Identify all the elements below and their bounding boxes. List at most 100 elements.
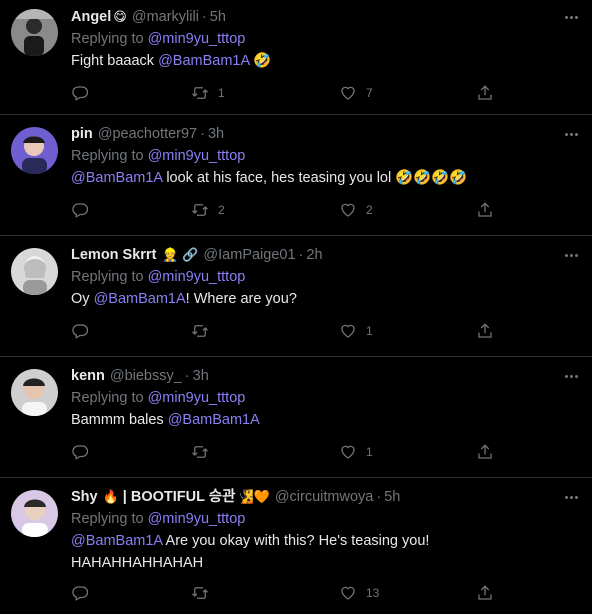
more-options-icon[interactable]: [565, 244, 578, 266]
replying-to-link[interactable]: @min9yu_tttop: [148, 390, 246, 406]
display-name[interactable]: pin: [71, 123, 93, 145]
display-name[interactable]: Shy: [71, 486, 98, 508]
timestamp[interactable]: 5h: [384, 486, 400, 508]
more-options-icon[interactable]: [565, 123, 578, 145]
tweet-text: Fight baaack @BamBam1A 🤣: [71, 50, 578, 72]
mention-link[interactable]: @BamBam1A: [94, 291, 186, 307]
reply-tweet[interactable]: Lemon Skrrt 👷 🔗 @IamPaige01 · 2h Replyin…: [0, 236, 592, 357]
more-options-icon[interactable]: [565, 365, 578, 387]
replying-to: Replying to @min9yu_tttop: [71, 387, 578, 409]
share-button[interactable]: [476, 82, 494, 104]
timestamp[interactable]: 2h: [306, 244, 322, 266]
avatar[interactable]: [11, 127, 58, 174]
like-count: 1: [366, 324, 373, 338]
name-suffix-emoji: 🧏🧡: [237, 489, 270, 504]
replying-to-link[interactable]: @min9yu_tttop: [148, 269, 246, 285]
replying-to: Replying to @min9yu_tttop: [71, 266, 578, 288]
avatar[interactable]: [11, 9, 58, 56]
replying-to-link[interactable]: @min9yu_tttop: [148, 511, 246, 527]
retweet-button[interactable]: [191, 441, 218, 463]
reply-button[interactable]: [71, 82, 98, 104]
replying-label: Replying to: [71, 390, 144, 406]
reply-button[interactable]: [71, 582, 98, 604]
retweet-button[interactable]: 1: [191, 82, 225, 104]
reply-tweet[interactable]: Angel 😋 @markylili · 5h Replying to @min…: [0, 0, 592, 115]
heart-icon: [341, 324, 355, 338]
text-part: Fight baaack: [71, 53, 159, 69]
text-part: look at his face, hes teasing you lol 🤣🤣…: [162, 170, 468, 186]
share-button[interactable]: [476, 199, 494, 221]
like-button[interactable]: 1: [339, 441, 373, 463]
replying-to-link[interactable]: @min9yu_tttop: [148, 31, 246, 47]
like-button[interactable]: 13: [339, 582, 379, 604]
mention-link[interactable]: @BamBam1A: [71, 170, 162, 186]
mention-link[interactable]: @BamBam1A: [71, 533, 162, 549]
reply-tweet[interactable]: pin @peachotter97 · 3h Replying to @min9…: [0, 115, 592, 236]
avatar[interactable]: [11, 369, 58, 416]
like-count: 7: [366, 86, 373, 100]
dot-separator: ·: [184, 368, 190, 384]
timestamp[interactable]: 5h: [210, 6, 226, 28]
like-button[interactable]: 7: [339, 82, 373, 104]
replying-label: Replying to: [71, 511, 144, 527]
heart-icon: [341, 445, 355, 459]
tweet-header: pin @peachotter97 · 3h: [71, 123, 578, 145]
username[interactable]: @biebssy_: [110, 365, 182, 387]
text-part: 🤣: [249, 53, 272, 69]
tweet-actions: 1: [71, 320, 501, 342]
retweet-count: 2: [218, 203, 225, 217]
mention-link[interactable]: @BamBam1A: [158, 53, 249, 69]
share-button[interactable]: [476, 320, 494, 342]
share-icon: [478, 444, 492, 459]
reply-tweet[interactable]: Shy 🔥 | BOOTIFUL 승관 🧏🧡 @circuitmwoya · 5…: [0, 478, 592, 614]
like-count: 1: [366, 445, 373, 459]
timestamp[interactable]: 3h: [208, 123, 224, 145]
timestamp[interactable]: 3h: [193, 365, 209, 387]
replying-label: Replying to: [71, 31, 144, 47]
reply-button[interactable]: [71, 320, 98, 342]
retweet-button[interactable]: 2: [191, 199, 225, 221]
reply-button[interactable]: [71, 441, 98, 463]
display-name[interactable]: Angel: [71, 6, 111, 28]
share-button[interactable]: [476, 441, 494, 463]
name-emoji: 👷 🔗: [162, 247, 199, 262]
username[interactable]: @peachotter97: [98, 123, 197, 145]
username[interactable]: @markylili: [132, 6, 199, 28]
mention-link[interactable]: @BamBam1A: [168, 412, 260, 428]
username[interactable]: @IamPaige01: [203, 244, 295, 266]
like-count: 13: [366, 586, 380, 600]
tweet-header: Lemon Skrrt 👷 🔗 @IamPaige01 · 2h: [71, 244, 578, 266]
reply-tweet[interactable]: kenn @biebssy_ · 3h Replying to @min9yu_…: [0, 357, 592, 478]
retweet-button[interactable]: [191, 582, 218, 604]
avatar[interactable]: [11, 248, 58, 295]
reply-button[interactable]: [71, 199, 98, 221]
tweet-header: kenn @biebssy_ · 3h: [71, 365, 578, 387]
heart-icon: [341, 203, 355, 217]
reply-icon: [72, 324, 89, 339]
share-button[interactable]: [476, 582, 494, 604]
text-part: Oy: [71, 291, 94, 307]
avatar[interactable]: [11, 490, 58, 537]
share-icon: [478, 85, 492, 100]
retweet-icon: [192, 446, 208, 458]
username[interactable]: @circuitmwoya: [275, 486, 374, 508]
retweet-count: 1: [218, 86, 225, 100]
dot-separator: ·: [376, 489, 382, 505]
display-name[interactable]: Lemon Skrrt: [71, 244, 156, 266]
display-name-suffix[interactable]: | BOOTIFUL 승관: [119, 486, 236, 508]
replying-to: Replying to @min9yu_tttop: [71, 508, 578, 530]
reply-icon: [72, 586, 89, 601]
replying-to-link[interactable]: @min9yu_tttop: [148, 148, 246, 164]
more-options-icon[interactable]: [565, 486, 578, 508]
replying-to: Replying to @min9yu_tttop: [71, 28, 578, 50]
share-icon: [478, 202, 492, 217]
replying-label: Replying to: [71, 148, 144, 164]
like-button[interactable]: 2: [339, 199, 373, 221]
tweet-text: Oy @BamBam1A! Where are you?: [71, 288, 578, 310]
more-options-icon[interactable]: [565, 6, 578, 28]
retweet-button[interactable]: [191, 320, 218, 342]
name-emoji: 😋: [113, 9, 127, 24]
like-button[interactable]: 1: [339, 320, 373, 342]
display-name[interactable]: kenn: [71, 365, 105, 387]
like-count: 2: [366, 203, 373, 217]
